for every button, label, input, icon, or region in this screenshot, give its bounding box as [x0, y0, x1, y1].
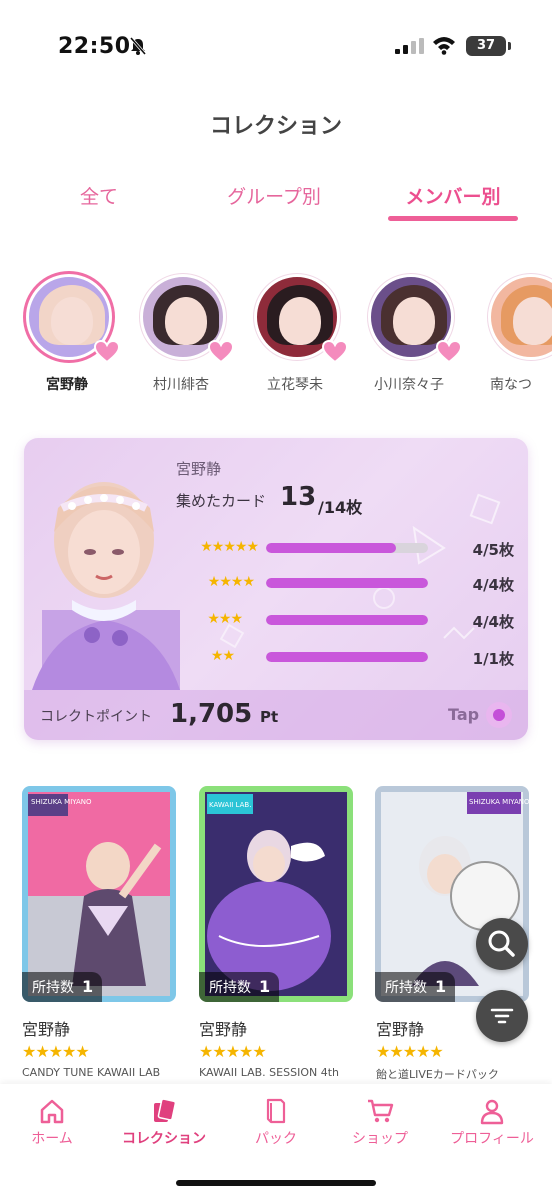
rating-count: 4/5枚 [472, 541, 514, 559]
cellular-signal-icon [395, 38, 424, 54]
collected-count: 13 [280, 482, 317, 512]
filter-icon [490, 1008, 514, 1024]
nav-pack[interactable]: パック [226, 1096, 326, 1148]
avatar [488, 274, 552, 360]
nav-collection[interactable]: コレクション [114, 1096, 214, 1148]
card-pack-name: 飴と道LIVEカードパック [376, 1068, 499, 1081]
two-star-icon: ★★ [210, 648, 235, 664]
heart-icon [436, 340, 462, 364]
five-star-icon: ★★★★★ [200, 539, 259, 555]
filter-button[interactable] [476, 990, 528, 1042]
pack-icon [266, 1098, 286, 1124]
trading-card[interactable]: KAWAII LAB. 所持数 1 [199, 786, 353, 1002]
card-badge-text: SHIZUKA MIYANO [469, 798, 529, 806]
card-rarity-stars: ★★★★★ [22, 1042, 90, 1061]
card-image: SHIZUKA MIYANO [22, 786, 176, 1002]
card-image: KAWAII LAB. [199, 786, 353, 1002]
card-member-name: 宮野静 [22, 1020, 71, 1039]
person-icon [480, 1099, 504, 1125]
nav-home[interactable]: ホーム [2, 1096, 102, 1148]
member-name: 南なつ [490, 377, 532, 393]
rating-row-4: ★★★★ 4/4枚 [174, 574, 514, 594]
three-star-icon: ★★★ [207, 611, 243, 627]
active-tab-indicator [388, 216, 518, 221]
collection-summary-card[interactable]: 宮野静 集めたカード 13 /14枚 ★★★★★ 4/5枚 ★★★★ 4/4枚 … [24, 438, 528, 740]
search-icon [488, 930, 515, 957]
owned-count-badge: 所持数 1 [199, 972, 279, 1002]
home-indicator [176, 1180, 376, 1186]
collect-point-unit: Pt [260, 708, 279, 726]
member-name: 宮野静 [46, 377, 88, 393]
member-name: 村川緋杏 [153, 377, 209, 393]
card-pack-name: CANDY TUNE KAWAII LAB [22, 1066, 161, 1079]
owned-count-badge: 所持数 1 [375, 972, 455, 1002]
home-icon [40, 1099, 64, 1124]
rating-row-2: ★★ 1/1枚 [174, 648, 514, 668]
card-member-name: 宮野静 [376, 1020, 425, 1039]
tab-member[interactable]: メンバー別 [398, 182, 508, 209]
page-title: コレクション [209, 114, 342, 139]
progress-bar [266, 652, 428, 662]
nav-profile[interactable]: プロフィール [442, 1096, 542, 1148]
collect-point-value: 1,705 [170, 699, 253, 729]
heart-icon [322, 340, 348, 364]
member-selector: 宮野静 村川緋杏 立花琴未 小川奈々子 南なつ [0, 270, 552, 400]
card-rarity-stars: ★★★★★ [376, 1042, 444, 1061]
owned-count-badge: 所持数 1 [22, 972, 102, 1002]
tap-label: Tap [448, 705, 480, 724]
card-pack-name: KAWAII LAB. SESSION 4th [199, 1066, 339, 1079]
member-photo [32, 482, 180, 690]
collect-point-label: コレクトポイント [40, 709, 152, 725]
tab-all[interactable]: 全て [76, 182, 122, 209]
collected-total: /14枚 [318, 498, 363, 517]
summary-member-name: 宮野静 [176, 460, 222, 478]
card-badge-text: SHIZUKA MIYANO [31, 798, 92, 806]
card-rarity-stars: ★★★★★ [199, 1042, 267, 1061]
cart-icon [368, 1099, 394, 1123]
tap-button[interactable] [486, 702, 512, 728]
four-star-icon: ★★★★ [207, 574, 255, 590]
heart-icon [208, 340, 234, 364]
progress-bar [266, 615, 428, 625]
nav-shop[interactable]: ショップ [330, 1096, 430, 1148]
trading-card[interactable]: SHIZUKA MIYANO 所持数 1 [22, 786, 176, 1002]
progress-bar [266, 578, 428, 588]
wifi-icon [433, 37, 455, 55]
rating-row-5: ★★★★★ 4/5枚 [174, 539, 514, 559]
status-bar: 22:50 37 [0, 0, 552, 90]
rating-count: 1/1枚 [472, 650, 514, 668]
member-name: 小川奈々子 [374, 377, 444, 393]
battery-indicator: 37 [466, 36, 511, 56]
bell-muted-icon [129, 37, 147, 55]
collected-label: 集めたカード [176, 492, 267, 510]
heart-icon [94, 340, 120, 364]
member-name: 立花琴未 [267, 377, 323, 393]
rating-count: 4/4枚 [472, 576, 514, 594]
cards-icon [154, 1098, 177, 1122]
rating-row-3: ★★★ 4/4枚 [174, 611, 514, 631]
collect-point-bar: コレクトポイント 1,705 Pt Tap [24, 690, 528, 740]
search-button[interactable] [476, 918, 528, 970]
status-time: 22:50 [58, 34, 131, 59]
card-member-name: 宮野静 [199, 1020, 248, 1039]
card-badge-text: KAWAII LAB. [209, 801, 251, 809]
tab-group[interactable]: グループ別 [222, 182, 326, 209]
progress-bar [266, 543, 428, 553]
rating-count: 4/4枚 [472, 613, 514, 631]
